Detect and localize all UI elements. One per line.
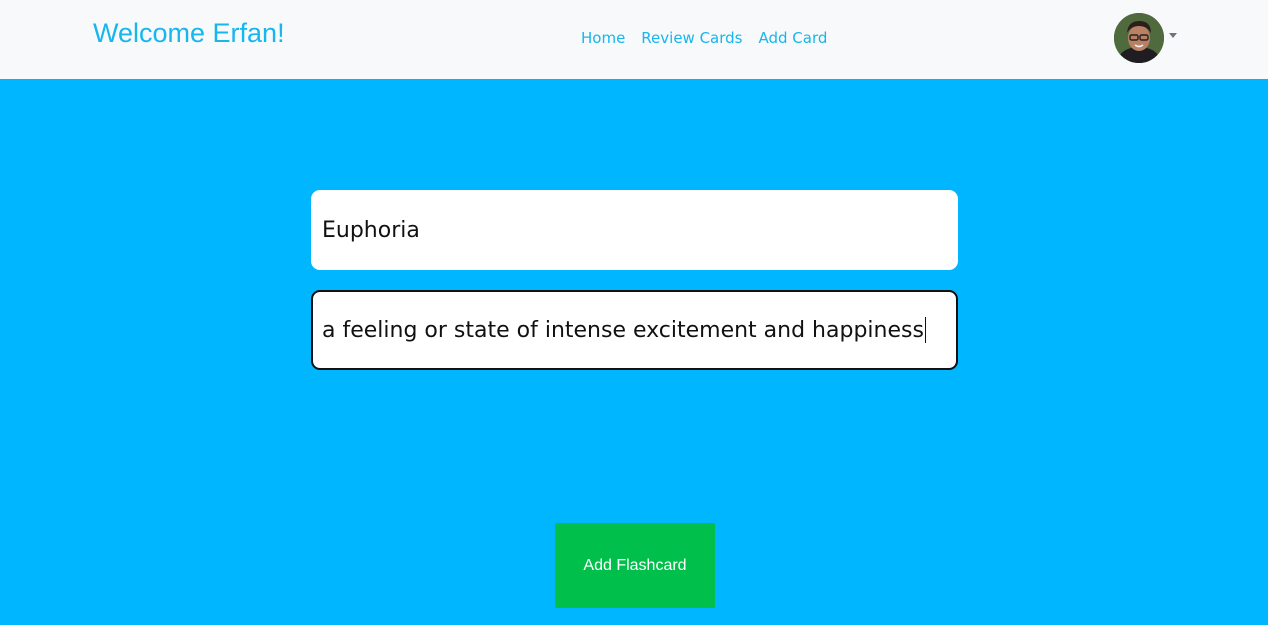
- nav-links: Home Review Cards Add Card: [581, 27, 827, 49]
- caret-down-icon[interactable]: [1169, 33, 1177, 38]
- text-cursor: [924, 317, 926, 343]
- front-input[interactable]: Euphoria: [311, 190, 958, 270]
- front-input-value: Euphoria: [322, 217, 420, 243]
- user-avatar[interactable]: [1114, 13, 1164, 63]
- add-flashcard-button[interactable]: Add Flashcard: [555, 523, 715, 608]
- welcome-brand[interactable]: Welcome Erfan!: [93, 16, 285, 50]
- back-input-value: a feeling or state of intense excitement…: [322, 317, 924, 343]
- nav-link-review-cards[interactable]: Review Cards: [641, 27, 742, 49]
- back-input[interactable]: a feeling or state of intense excitement…: [311, 290, 958, 370]
- nav-link-add-card[interactable]: Add Card: [759, 27, 828, 49]
- top-navbar: Welcome Erfan! Home Review Cards Add Car…: [0, 0, 1268, 79]
- nav-link-home[interactable]: Home: [581, 27, 625, 49]
- avatar-photo: [1114, 13, 1164, 63]
